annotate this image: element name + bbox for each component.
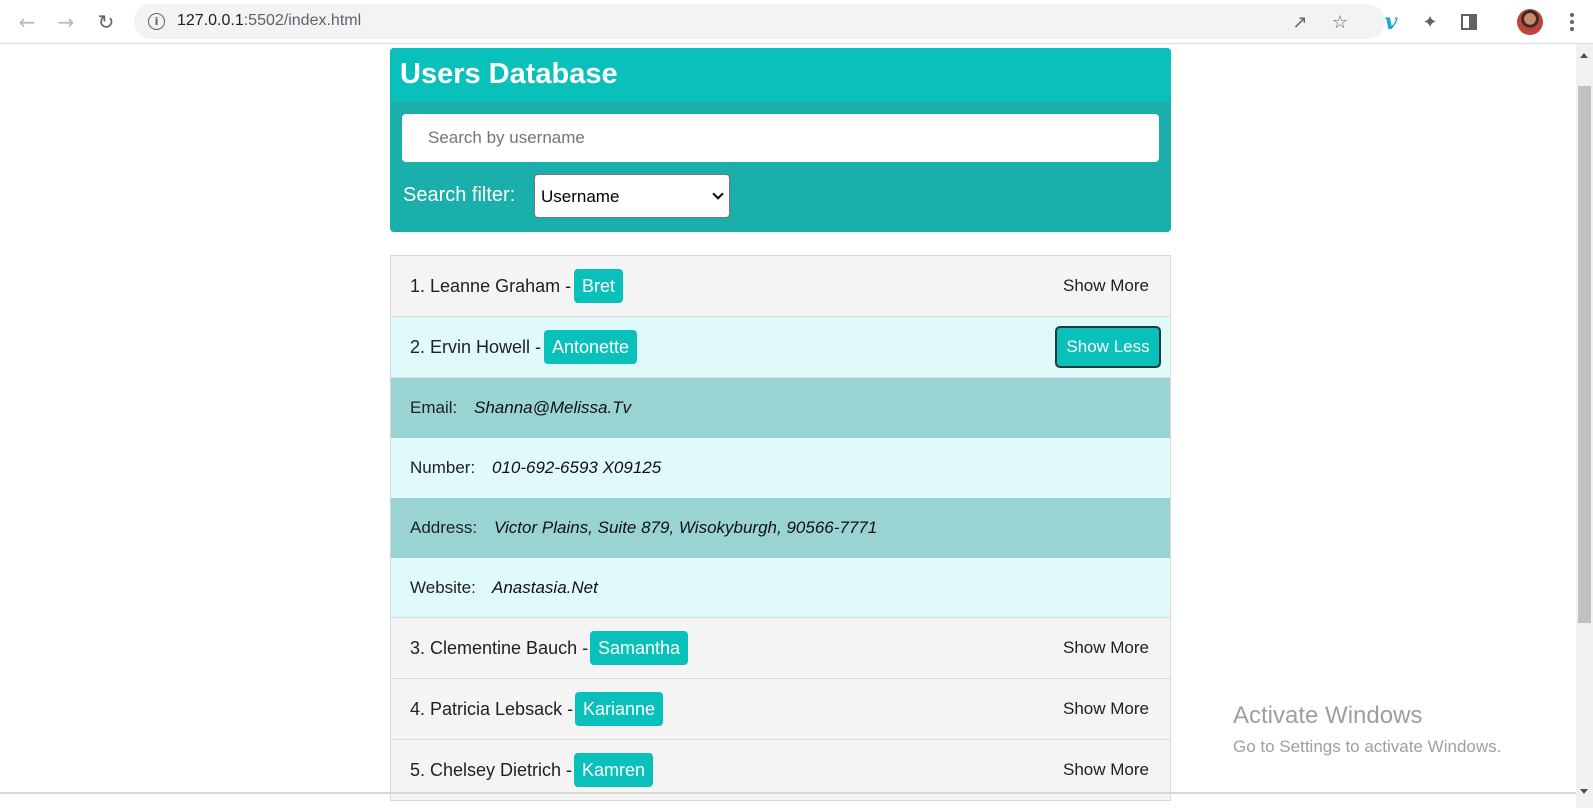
username-badge: Samantha: [590, 631, 689, 665]
search-filter-label: Search filter:: [403, 184, 516, 206]
activate-windows-watermark: Activate Windows Go to Settings to activ…: [1233, 702, 1501, 757]
username-badge: Antonette: [544, 330, 638, 364]
detail-value: Victor Plains, Suite 879, Wisokyburgh, 9…: [494, 518, 878, 537]
forward-icon[interactable]: →: [52, 8, 80, 36]
profile-avatar[interactable]: [1517, 9, 1543, 35]
user-name: 5. Chelsey Dietrich -: [410, 760, 573, 780]
detail-value: 010-692-6593 X09125: [492, 458, 662, 477]
user-row: 4. Patricia Lebsack - Karianne Show More: [391, 679, 1170, 740]
show-more-button[interactable]: Show More: [1063, 276, 1149, 296]
site-info-icon[interactable]: i: [148, 13, 165, 30]
detail-website-row: Website: Anastasia.Net: [391, 558, 1170, 618]
detail-number-row: Number: 010-692-6593 X09125: [391, 438, 1170, 498]
vimeo-extension-icon[interactable]: v: [1377, 8, 1405, 36]
extensions-puzzle-icon[interactable]: ✦: [1416, 8, 1444, 36]
detail-address-row: Address: Victor Plains, Suite 879, Wisok…: [391, 498, 1170, 558]
chevron-down-icon: [712, 188, 724, 200]
user-row: 2. Ervin Howell - Antonette Show Less: [391, 317, 1170, 378]
search-filter-value: Username: [541, 187, 620, 206]
user-row: 1. Leanne Graham - Bret Show More: [391, 256, 1170, 317]
page-title: Users Database: [400, 58, 618, 90]
watermark-title: Activate Windows: [1233, 702, 1423, 729]
search-input[interactable]: [402, 114, 1159, 162]
share-icon[interactable]: ↗: [1288, 10, 1312, 34]
scroll-thumb[interactable]: [1578, 86, 1591, 623]
user-name: 4. Patricia Lebsack -: [410, 699, 574, 719]
username-badge: Kamren: [574, 753, 654, 787]
users-header-panel: Users Database Search filter: Username: [390, 48, 1171, 232]
bookmark-star-icon[interactable]: ☆: [1328, 10, 1352, 34]
detail-label: Website:: [410, 578, 476, 597]
user-row: 3. Clementine Bauch - Samantha Show More: [391, 618, 1170, 679]
user-name: 1. Leanne Graham -: [410, 276, 572, 296]
scroll-up-icon[interactable]: [1580, 53, 1588, 58]
page-scrollbar[interactable]: [1576, 44, 1593, 808]
scroll-down-icon[interactable]: [1580, 789, 1588, 794]
menu-kebab-icon[interactable]: [1562, 8, 1582, 36]
user-name: 3. Clementine Bauch -: [410, 638, 589, 658]
page-bottom-edge: [0, 792, 1576, 794]
show-less-button[interactable]: Show Less: [1055, 326, 1161, 368]
search-filter-select[interactable]: Username: [534, 174, 730, 218]
detail-value: Anastasia.Net: [492, 578, 598, 597]
username-badge: Karianne: [575, 692, 664, 726]
detail-value: Shanna@Melissa.Tv: [474, 398, 632, 417]
back-icon[interactable]: ←: [13, 8, 41, 36]
header-title-bar: Users Database: [390, 48, 1171, 102]
user-name: 2. Ervin Howell -: [410, 337, 542, 357]
watermark-subtitle: Go to Settings to activate Windows.: [1233, 737, 1502, 756]
show-more-button[interactable]: Show More: [1063, 760, 1149, 780]
side-panel-icon[interactable]: [1455, 8, 1483, 36]
reload-icon[interactable]: ↻: [92, 8, 120, 36]
username-badge: Bret: [574, 269, 624, 303]
detail-email-row: Email: Shanna@Melissa.Tv: [391, 378, 1170, 438]
detail-label: Email:: [410, 398, 458, 417]
detail-label: Address:: [410, 518, 478, 537]
show-more-button[interactable]: Show More: [1063, 699, 1149, 719]
address-bar[interactable]: i 127.0.0.1:5502/index.html ↗ ☆: [134, 4, 1385, 39]
show-more-button[interactable]: Show More: [1063, 638, 1149, 658]
detail-label: Number:: [410, 458, 476, 477]
browser-toolbar: ← → ↻ i 127.0.0.1:5502/index.html ↗ ☆ v …: [0, 0, 1593, 44]
url-text[interactable]: 127.0.0.1:5502/index.html: [177, 12, 361, 30]
user-list: 1. Leanne Graham - Bret Show More 2. Erv…: [390, 255, 1171, 801]
